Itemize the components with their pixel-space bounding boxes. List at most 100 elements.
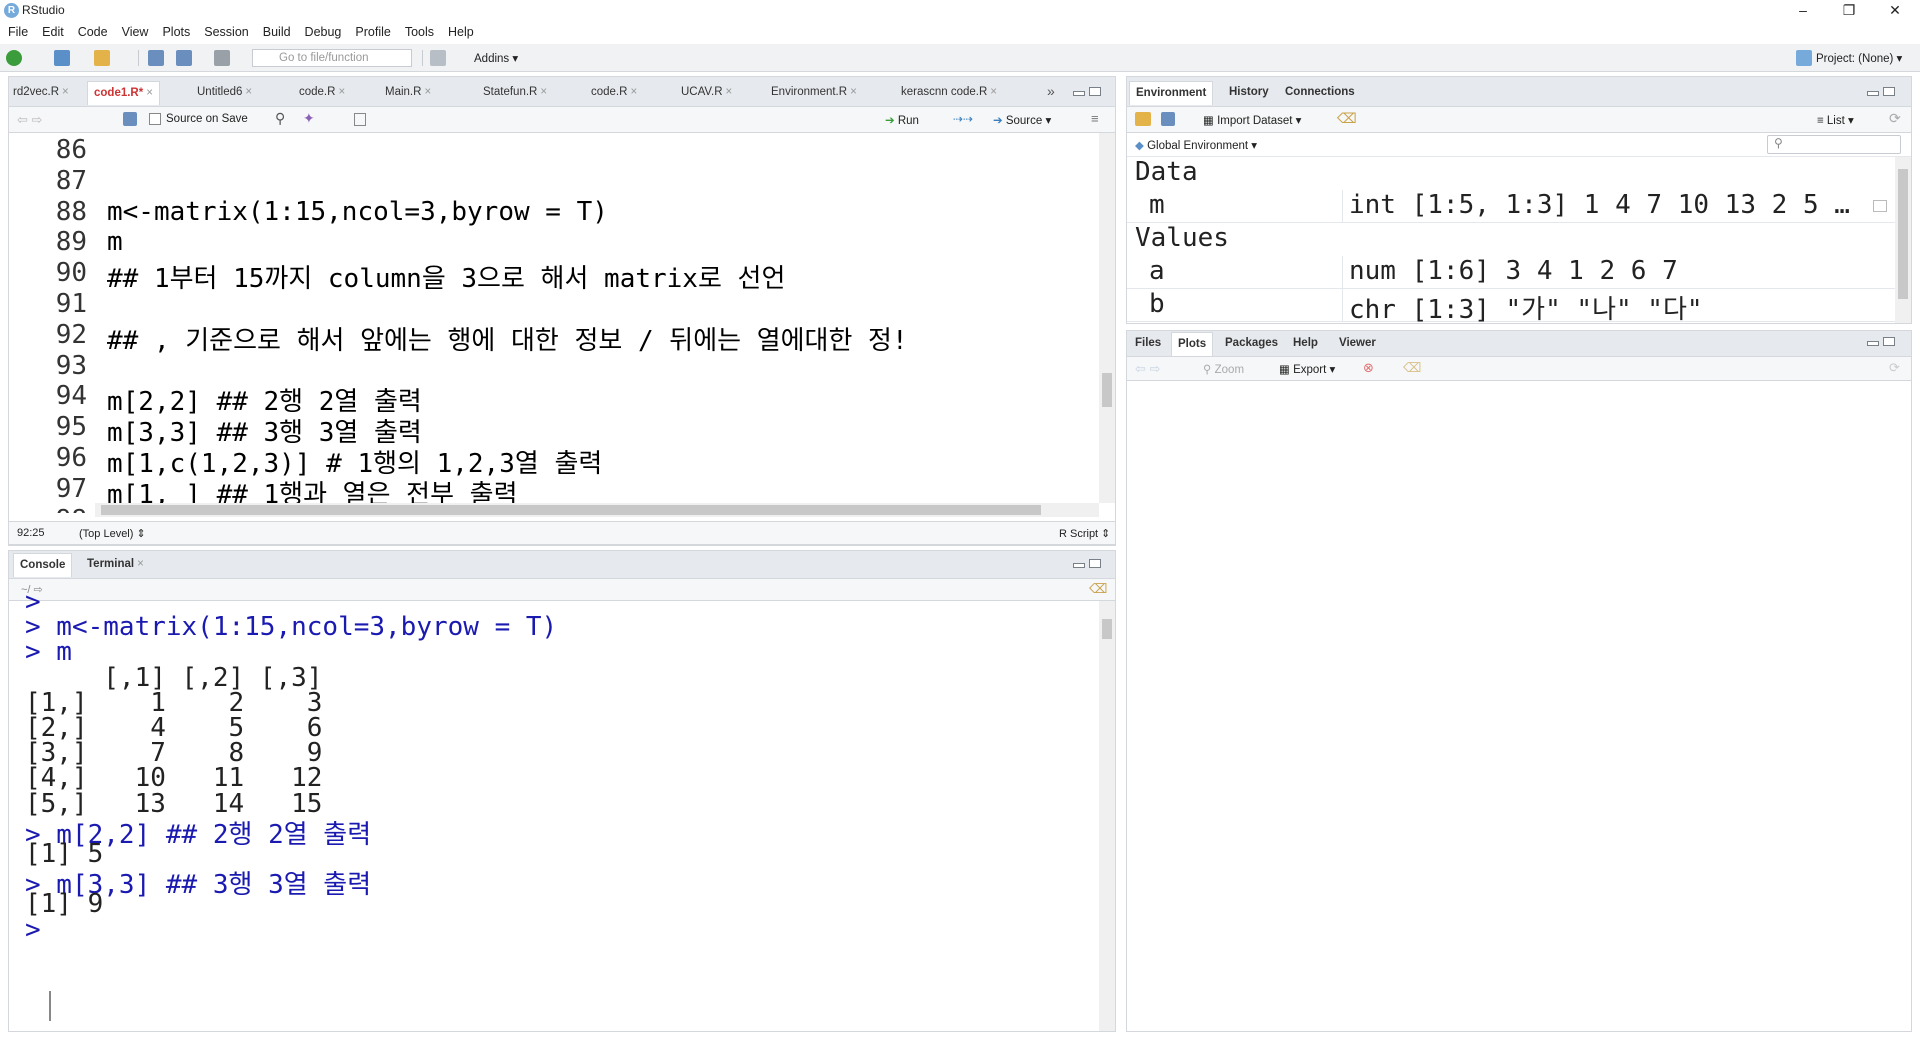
new-project-icon[interactable] <box>54 50 70 66</box>
editor-tab[interactable]: Environment.R × <box>765 81 863 105</box>
editor-tab[interactable]: kerascnn code.R × <box>895 81 1003 105</box>
open-file-icon[interactable] <box>94 50 110 66</box>
environment-minmax-icon[interactable] <box>1867 87 1897 99</box>
load-workspace-icon[interactable] <box>1135 112 1151 126</box>
grid-layout-icon[interactable] <box>430 50 446 66</box>
menu-build[interactable]: Build <box>255 22 297 39</box>
menu-session[interactable]: Session <box>196 22 254 39</box>
tab-history[interactable]: History <box>1223 81 1275 105</box>
tab-files[interactable]: Files <box>1129 332 1167 356</box>
main-toolbar: Go to file/function Addins ▾ Project: (N… <box>0 44 1920 72</box>
editor-tab[interactable]: code.R × <box>585 81 643 105</box>
rerun-icon[interactable]: ⇢⇢ <box>953 112 973 126</box>
refresh-icon[interactable]: ⟳ <box>1889 360 1900 376</box>
menu-debug[interactable]: Debug <box>297 22 348 39</box>
back-forward-icon[interactable]: ⇦ ⇨ <box>17 112 42 128</box>
console-minmax-icon[interactable] <box>1073 559 1103 571</box>
editor-tab[interactable]: Statefun.R × <box>477 81 553 105</box>
menu-plots[interactable]: Plots <box>154 22 196 39</box>
editor-tab-active[interactable]: code1.R* × <box>87 81 160 105</box>
project-menu[interactable]: Project: (None) ▾ <box>1816 51 1902 65</box>
menu-edit[interactable]: Edit <box>34 22 70 39</box>
line-number: 91 <box>55 289 87 319</box>
menu-profile[interactable]: Profile <box>347 22 396 39</box>
run-button[interactable]: ➔ Run <box>885 113 919 127</box>
editor-tab[interactable]: rd2vec.R × <box>7 81 75 105</box>
environment-vscrollbar[interactable] <box>1895 157 1911 323</box>
view-table-icon[interactable] <box>1873 200 1887 212</box>
magic-wand-icon[interactable]: ✦ <box>303 110 315 127</box>
cursor-position: 92:25 <box>17 527 45 539</box>
env-row-a[interactable]: a num [1:6] 3 4 1 2 6 7 <box>1127 256 1895 289</box>
tab-plots[interactable]: Plots <box>1171 332 1214 356</box>
new-file-icon[interactable] <box>6 50 22 66</box>
console-pane: Console Terminal × ~/ ⇨ ⌫ > > m<-matrix(1:… <box>8 550 1116 1032</box>
menu-file[interactable]: File <box>0 22 34 39</box>
clear-workspace-icon[interactable]: ⌫ <box>1337 110 1357 127</box>
code-line: m<-matrix(1:15,ncol=3,byrow = T) <box>107 196 608 227</box>
menu-view[interactable]: View <box>114 22 155 39</box>
save-icon[interactable] <box>148 50 164 66</box>
tab-terminal[interactable]: Terminal × <box>81 553 150 577</box>
console-vscrollbar[interactable] <box>1099 601 1115 1031</box>
addins-menu[interactable]: Addins ▾ <box>474 51 518 65</box>
menu-help[interactable]: Help <box>440 22 480 39</box>
minimize-button[interactable]: – <box>1780 0 1826 22</box>
rstudio-logo-icon: R <box>4 3 19 18</box>
data-section-header: Data <box>1127 157 1895 190</box>
save-all-icon[interactable] <box>176 50 192 66</box>
menu-bar: File Edit Code View Plots Session Build Debug Pr… <box>0 22 1920 44</box>
remove-plot-icon[interactable]: ⊗ <box>1363 360 1374 376</box>
outline-icon[interactable]: ≡ <box>1091 111 1099 126</box>
code-line: m <box>107 227 123 258</box>
tab-environment[interactable]: Environment <box>1129 81 1214 105</box>
zoom-button[interactable]: ⚲ Zoom <box>1203 362 1244 376</box>
source-button[interactable]: ➔ Source ▾ <box>993 113 1051 127</box>
environment-search-input[interactable]: ⚲ <box>1767 135 1901 154</box>
line-number: 95 <box>55 412 87 443</box>
menu-code[interactable]: Code <box>70 22 114 39</box>
plot-area[interactable] <box>1127 381 1911 1031</box>
environment-table: Data m int [1:5, 1:3] 1 4 7 10 13 2 5 … … <box>1127 157 1895 323</box>
editor-tab[interactable]: code.R × <box>293 81 351 105</box>
plot-back-forward-icon[interactable]: ⇦ ⇨ <box>1135 361 1160 377</box>
editor-vscrollbar[interactable] <box>1099 133 1115 503</box>
tab-help[interactable]: Help <box>1287 332 1324 356</box>
save-icon[interactable] <box>123 112 137 126</box>
tab-viewer[interactable]: Viewer <box>1333 332 1382 356</box>
env-row-b[interactable]: b chr [1:3] "가" "나" "다" <box>1127 289 1895 323</box>
print-icon[interactable] <box>214 50 230 66</box>
source-on-save-checkbox[interactable] <box>149 113 161 125</box>
environment-scope-menu[interactable]: ◆ Global Environment ▾ <box>1135 138 1257 152</box>
console-line: > <box>25 914 41 945</box>
editor-tab[interactable]: UCAV.R × <box>675 81 738 105</box>
tab-connections[interactable]: Connections <box>1279 81 1361 105</box>
tab-packages[interactable]: Packages <box>1219 332 1284 356</box>
clear-plots-icon[interactable]: ⌫ <box>1403 360 1421 376</box>
more-tabs-icon[interactable]: » <box>1047 83 1055 99</box>
search-icon[interactable]: ⚲ <box>275 110 285 127</box>
editor-tab[interactable]: Untitled6 × <box>191 81 258 105</box>
tab-console[interactable]: Console <box>13 553 73 577</box>
list-view-menu[interactable]: ≡ List ▾ <box>1817 113 1854 127</box>
env-row-m[interactable]: m int [1:5, 1:3] 1 4 7 10 13 2 5 … <box>1127 190 1895 223</box>
console-output[interactable]: > > m<-matrix(1:15,ncol=3,byrow = T) > m [… <box>9 595 1097 1031</box>
save-workspace-icon[interactable] <box>1161 112 1175 126</box>
export-menu[interactable]: ▦ Export ▾ <box>1279 362 1335 376</box>
menu-tools[interactable]: Tools <box>397 22 440 39</box>
editor-tab[interactable]: Main.R × <box>379 81 437 105</box>
scope-menu[interactable]: (Top Level) ⇕ <box>79 527 146 540</box>
editor-hscrollbar[interactable] <box>95 503 1099 517</box>
code-editor[interactable]: 86 87 88 m<-matrix(1:15,ncol=3,byrow = T) 89… <box>9 133 1099 513</box>
import-dataset-menu[interactable]: ▦ Import Dataset ▾ <box>1203 113 1301 127</box>
restore-button[interactable]: ❐ <box>1826 0 1872 22</box>
environment-pane: Environment History Connections ▦ Import… <box>1126 76 1912 324</box>
close-button[interactable]: ✕ <box>1872 0 1918 22</box>
file-type-menu[interactable]: R Script ⇕ <box>1059 527 1110 540</box>
refresh-icon[interactable]: ⟳ <box>1889 110 1901 127</box>
goto-file-input[interactable]: Go to file/function <box>252 49 412 67</box>
environment-toolbar: ▦ Import Dataset ▾ ⌫ ≡ List ▾ ⟳ <box>1127 107 1911 133</box>
editor-minmax-icon[interactable] <box>1073 87 1103 99</box>
files-minmax-icon[interactable] <box>1867 337 1897 349</box>
compile-report-icon[interactable] <box>354 113 366 126</box>
